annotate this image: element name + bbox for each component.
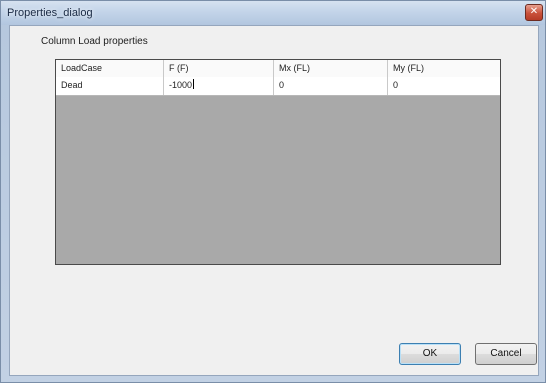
cancel-button[interactable]: Cancel [475,343,537,365]
table-row[interactable]: Dead -1000 0 0 [56,77,500,96]
cell-f-editing[interactable]: -1000 [164,77,274,95]
loads-grid[interactable]: LoadCase F (F) Mx (FL) My (FL) Dead -100… [55,59,501,265]
ok-button[interactable]: OK [399,343,461,365]
cell-my[interactable]: 0 [388,77,500,95]
close-button[interactable]: ✕ [525,4,543,21]
cell-mx[interactable]: 0 [274,77,388,95]
cell-f-value: -1000 [169,80,193,90]
grid-header: LoadCase F (F) Mx (FL) My (FL) [56,60,500,78]
close-icon: ✕ [529,6,539,17]
text-caret [193,79,195,89]
group-label: Column Load properties [41,36,148,47]
title-bar[interactable]: Properties_dialog ✕ [1,1,545,25]
column-header-mx[interactable]: Mx (FL) [274,60,388,77]
properties-dialog-window: Properties_dialog ✕ Column Load properti… [0,0,546,383]
cell-loadcase[interactable]: Dead [56,77,164,95]
window-title: Properties_dialog [7,7,93,19]
column-header-loadcase[interactable]: LoadCase [56,60,164,77]
column-header-my[interactable]: My (FL) [388,60,500,77]
column-header-f[interactable]: F (F) [164,60,274,77]
